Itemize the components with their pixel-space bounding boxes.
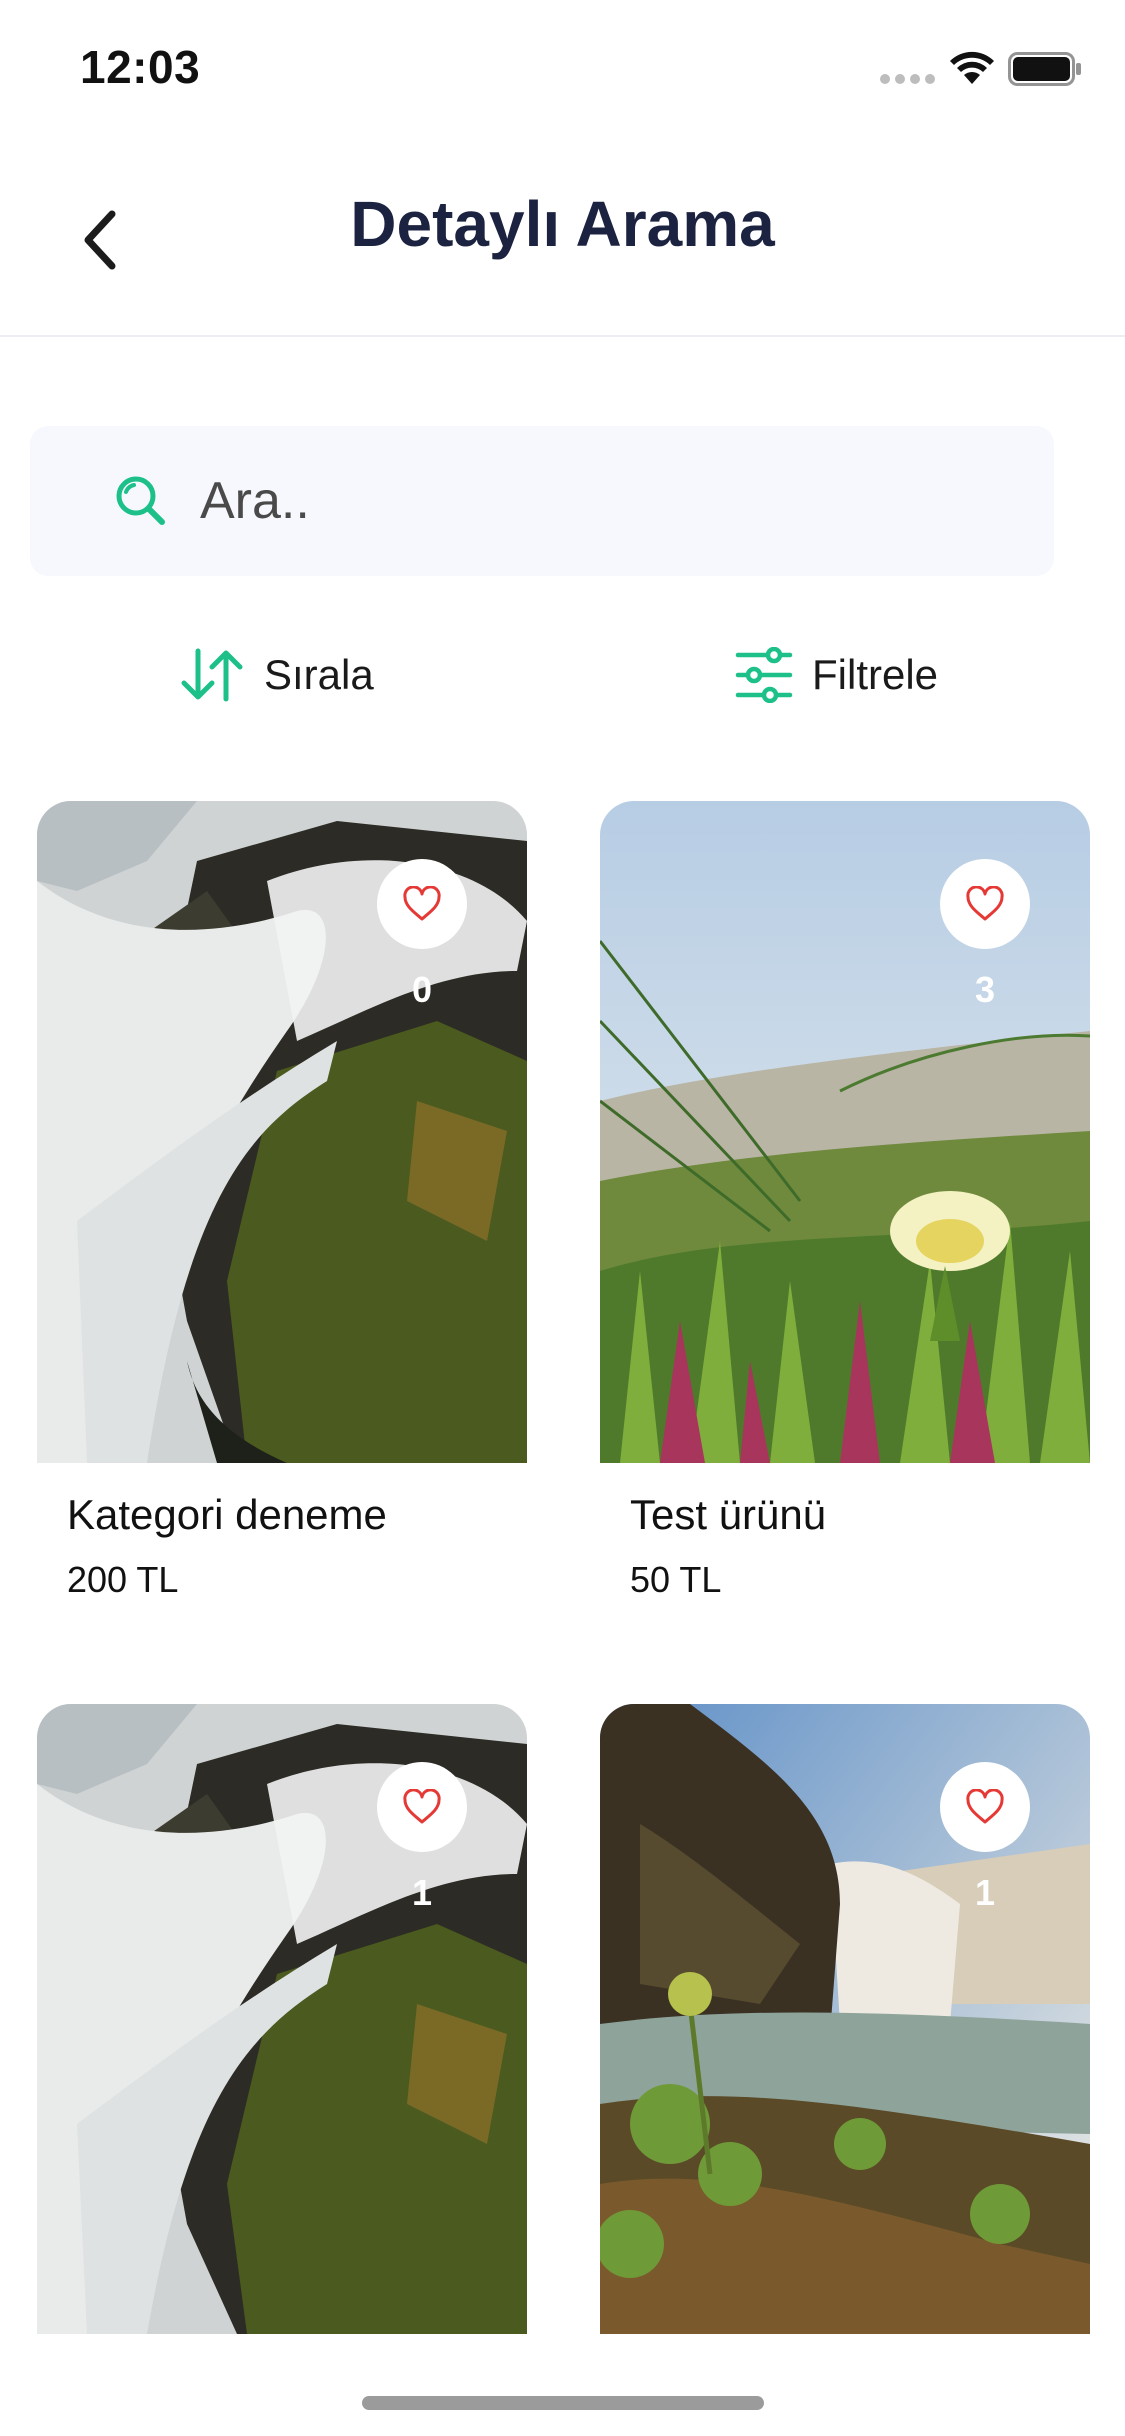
filter-sliders-icon <box>735 647 793 703</box>
navigation-header: Detaylı Arama <box>0 135 1125 337</box>
sort-filter-row: Sırala Filtrele <box>0 640 1125 710</box>
cellular-signal-icon <box>880 74 936 86</box>
filter-label: Filtrele <box>812 651 939 698</box>
favorite-count: 1 <box>411 1872 433 1913</box>
favorite-count: 3 <box>974 969 996 1010</box>
heart-icon <box>966 1789 1004 1824</box>
home-indicator[interactable] <box>362 2396 764 2410</box>
product-price: 50 TL <box>630 1559 722 1600</box>
wifi-icon <box>950 51 994 84</box>
favorite-count: 0 <box>411 969 433 1010</box>
product-card[interactable]: 1 <box>600 1704 1090 2334</box>
product-title: Kategori deneme <box>67 1491 387 1538</box>
battery-icon <box>1008 52 1081 86</box>
page-title: Detaylı Arama <box>350 188 775 260</box>
favorite-button[interactable] <box>377 859 467 949</box>
favorite-button[interactable] <box>940 859 1030 949</box>
sort-button[interactable]: Sırala <box>180 640 374 710</box>
product-title: Test ürünü <box>630 1491 827 1538</box>
search-icon <box>116 476 165 525</box>
status-bar: 12:03 <box>0 0 1125 135</box>
heart-icon <box>966 886 1004 921</box>
search-input[interactable] <box>200 456 1020 546</box>
product-card[interactable]: 1 <box>37 1704 527 2334</box>
favorite-count: 1 <box>974 1872 996 1913</box>
sort-arrows-icon <box>181 648 243 702</box>
product-card[interactable]: 3 Test ürünü 50 TL <box>600 801 1090 1661</box>
heart-icon <box>403 886 441 921</box>
product-card[interactable]: 0 Kategori deneme 200 TL <box>37 801 527 1661</box>
favorite-button[interactable] <box>377 1762 467 1852</box>
product-price: 200 TL <box>67 1559 179 1600</box>
sort-label: Sırala <box>264 651 374 698</box>
filter-button[interactable]: Filtrele <box>734 640 938 710</box>
search-bar[interactable] <box>30 426 1054 576</box>
heart-icon <box>403 1789 441 1824</box>
favorite-button[interactable] <box>940 1762 1030 1852</box>
status-time: 12:03 <box>80 41 201 93</box>
